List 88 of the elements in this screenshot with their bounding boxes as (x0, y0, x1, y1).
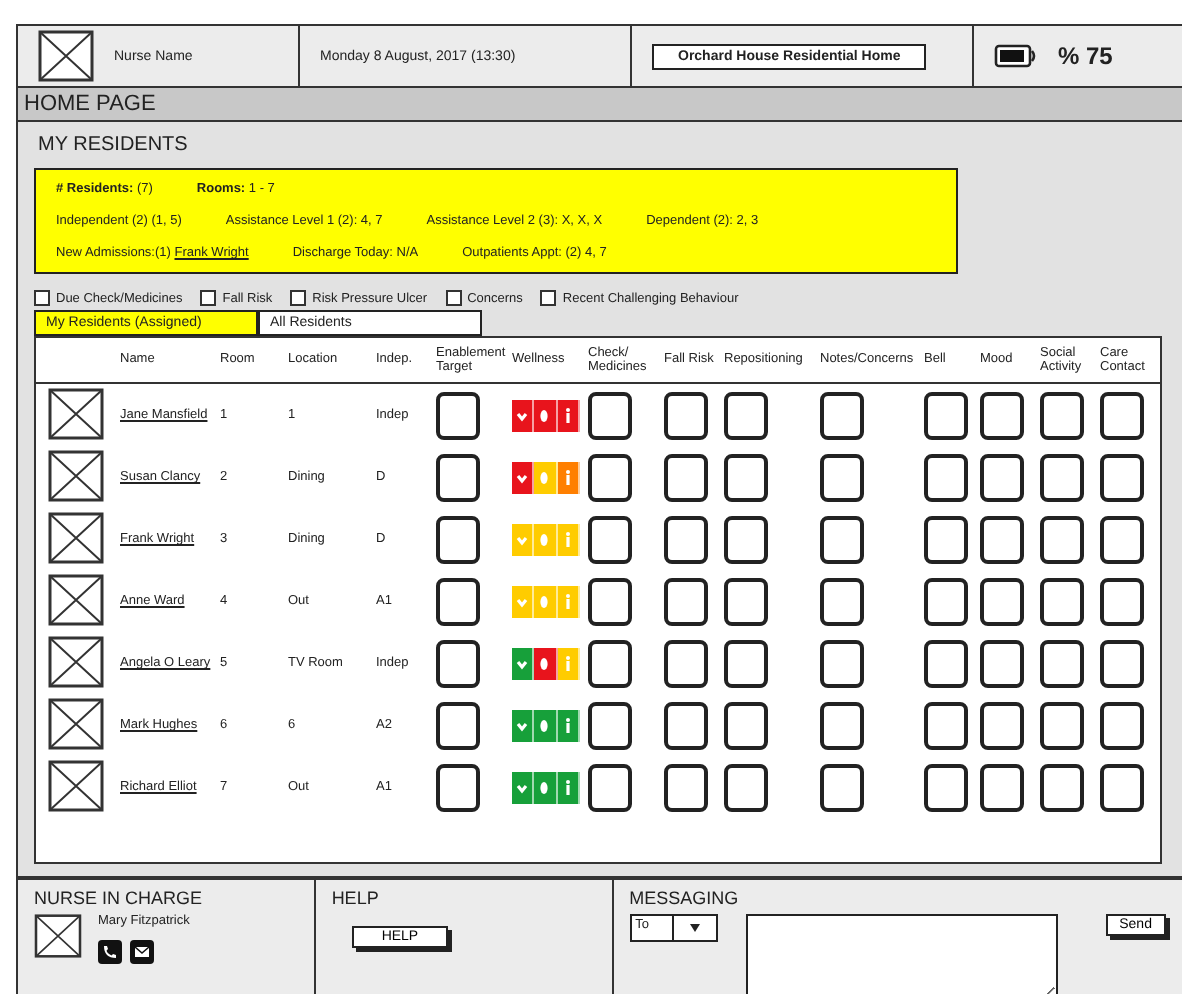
resident-photo-icon (48, 635, 104, 687)
resident-photo-icon (48, 387, 104, 439)
battery-percent: % 75 (1058, 42, 1113, 70)
status-box[interactable] (588, 577, 632, 625)
status-box[interactable] (820, 515, 864, 563)
status-box[interactable] (1100, 577, 1144, 625)
status-box[interactable] (980, 577, 1024, 625)
status-box[interactable] (980, 639, 1024, 687)
messaging-title: MESSAGING (629, 888, 741, 908)
status-box[interactable] (436, 701, 480, 749)
nurse-in-charge-title: NURSE IN CHARGE (34, 888, 205, 908)
status-box[interactable] (924, 763, 968, 811)
status-box[interactable] (724, 515, 768, 563)
status-box[interactable] (1100, 701, 1144, 749)
phone-icon[interactable] (98, 940, 122, 964)
filter-checkbox[interactable] (290, 290, 307, 306)
status-box[interactable] (924, 391, 968, 439)
filter-checkbox[interactable] (200, 290, 217, 306)
status-box[interactable] (980, 701, 1024, 749)
filter-checkbox[interactable] (445, 290, 462, 306)
status-box[interactable] (588, 391, 632, 439)
status-box[interactable] (724, 453, 768, 501)
status-box[interactable] (724, 701, 768, 749)
nurse-photo-icon (34, 914, 82, 958)
status-box[interactable] (588, 453, 632, 501)
status-box[interactable] (436, 577, 480, 625)
status-box[interactable] (924, 639, 968, 687)
status-box[interactable] (724, 577, 768, 625)
status-box[interactable] (980, 453, 1024, 501)
status-box[interactable] (664, 391, 708, 439)
resident-photo-icon (48, 759, 104, 811)
status-box[interactable] (1040, 639, 1084, 687)
status-box[interactable] (820, 639, 864, 687)
status-box[interactable] (664, 453, 708, 501)
resident-photo-icon (48, 449, 104, 501)
status-box[interactable] (820, 453, 864, 501)
status-box[interactable] (1100, 515, 1144, 563)
status-box[interactable] (436, 515, 480, 563)
status-box[interactable] (664, 515, 708, 563)
message-field[interactable] (745, 914, 1058, 994)
status-box[interactable] (664, 639, 708, 687)
status-box[interactable] (724, 391, 768, 439)
page-title: HOME PAGE (18, 88, 1182, 122)
status-box[interactable] (436, 453, 480, 501)
status-box[interactable] (664, 577, 708, 625)
status-box[interactable] (664, 763, 708, 811)
status-box[interactable] (820, 763, 864, 811)
status-box[interactable] (980, 763, 1024, 811)
status-box[interactable] (820, 701, 864, 749)
caret-icon (689, 924, 700, 932)
status-box[interactable] (924, 515, 968, 563)
help-title: HELP (331, 888, 381, 908)
status-box[interactable] (1040, 701, 1084, 749)
status-box[interactable] (724, 763, 768, 811)
status-box[interactable] (436, 391, 480, 439)
status-box[interactable] (588, 639, 632, 687)
status-box[interactable] (1040, 391, 1084, 439)
resident-photo-icon (48, 697, 104, 749)
status-box[interactable] (1100, 639, 1144, 687)
filter-checkbox[interactable] (34, 290, 50, 306)
status-box[interactable] (924, 453, 968, 501)
status-box[interactable] (980, 391, 1024, 439)
status-box[interactable] (724, 639, 768, 687)
resident-photo-icon (48, 573, 104, 625)
resident-photo-icon (48, 511, 104, 563)
status-box[interactable] (820, 577, 864, 625)
battery-icon (994, 44, 1038, 68)
status-box[interactable] (588, 763, 632, 811)
status-box[interactable] (1100, 763, 1144, 811)
status-box[interactable] (664, 701, 708, 749)
status-box[interactable] (1040, 577, 1084, 625)
status-box[interactable] (588, 701, 632, 749)
status-box[interactable] (924, 701, 968, 749)
profile-photo-icon (38, 30, 94, 82)
section-title: MY RESIDENTS (38, 134, 190, 156)
status-box[interactable] (1040, 763, 1084, 811)
status-box[interactable] (1100, 453, 1144, 501)
status-box[interactable] (1100, 391, 1144, 439)
status-box[interactable] (1040, 515, 1084, 563)
status-box[interactable] (436, 639, 480, 687)
status-box[interactable] (820, 391, 864, 439)
email-icon[interactable] (130, 940, 154, 964)
filter-checkbox[interactable] (540, 290, 557, 306)
status-box[interactable] (1040, 453, 1084, 501)
status-box[interactable] (980, 515, 1024, 563)
status-box[interactable] (588, 515, 632, 563)
status-box[interactable] (924, 577, 968, 625)
status-box[interactable] (436, 763, 480, 811)
